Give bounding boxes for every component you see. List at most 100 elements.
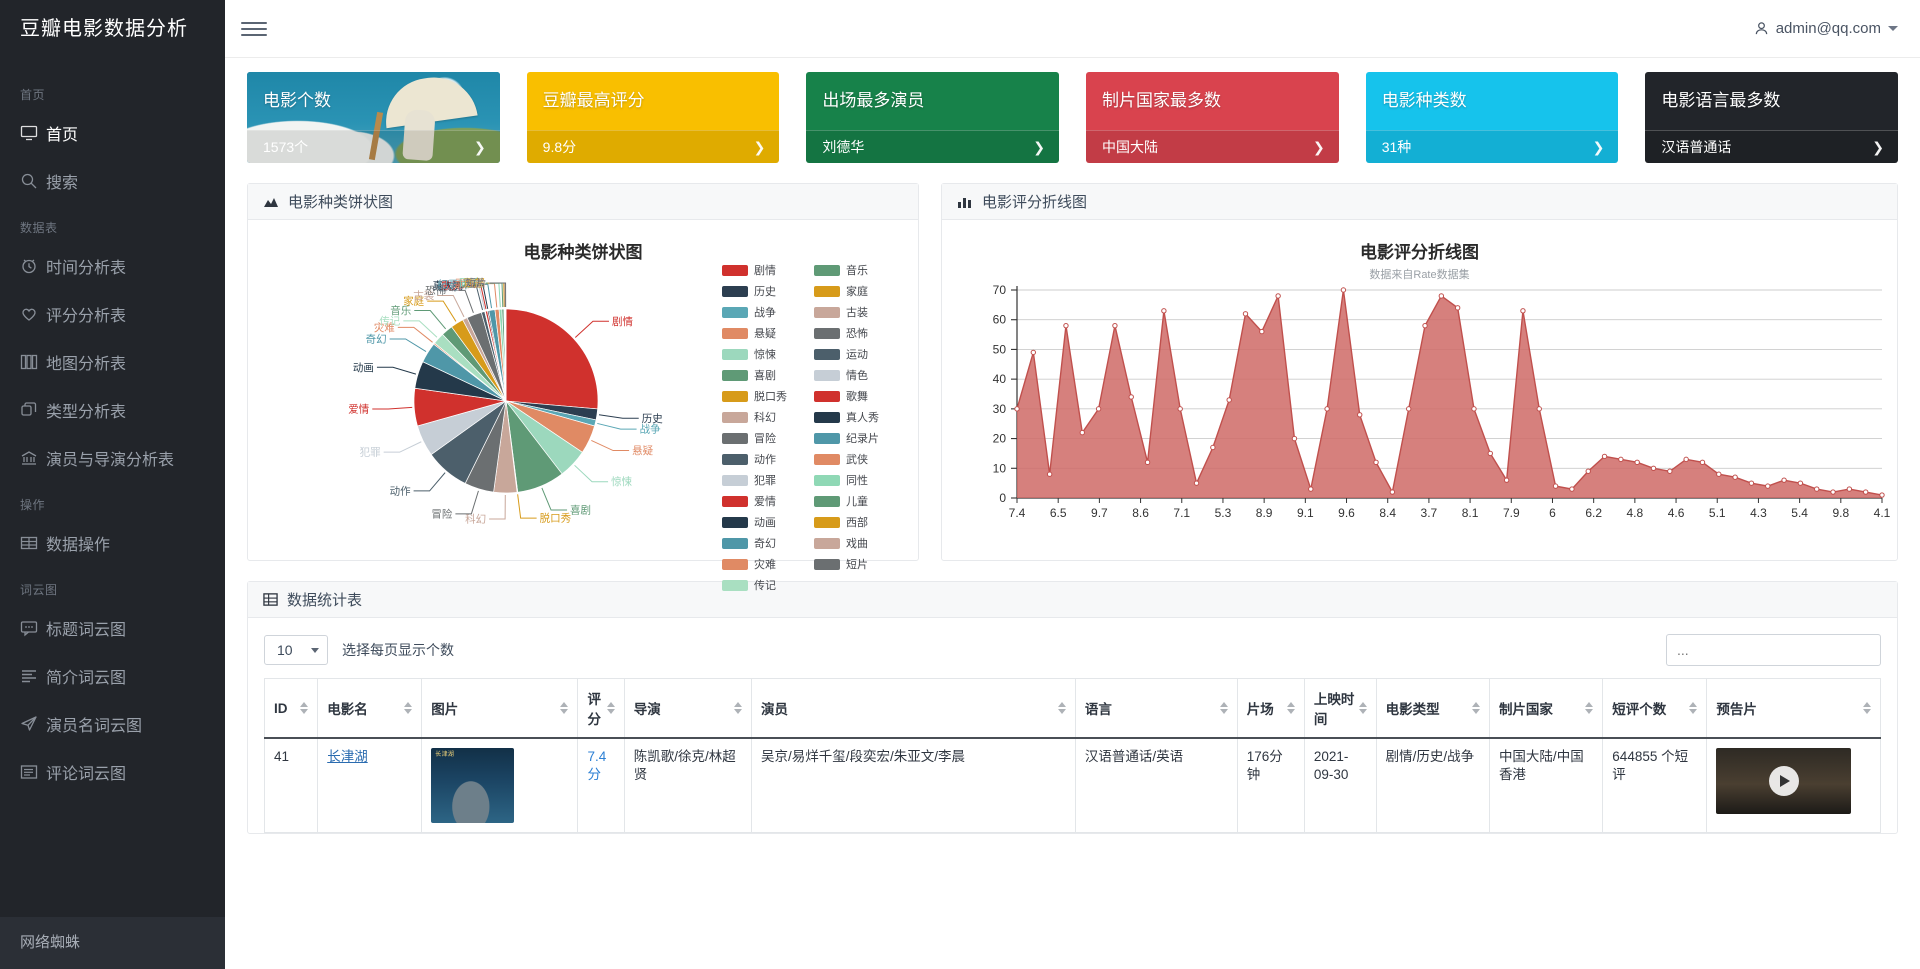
pie-legend-item[interactable]: 儿童 — [814, 493, 900, 509]
legend-label: 纪录片 — [846, 433, 879, 445]
legend-swatch — [814, 453, 840, 465]
pie-legend-item[interactable]: 古装 — [814, 304, 900, 320]
table-column-header[interactable]: 片场 — [1236, 678, 1305, 739]
pie-legend-item[interactable]: 真人秀 — [814, 409, 900, 425]
pie-legend-item[interactable]: 战争 — [722, 304, 808, 320]
pie-legend-item[interactable]: 歌舞 — [814, 388, 900, 404]
pie-legend-item[interactable]: 历史 — [722, 283, 808, 299]
cell-movie-name[interactable]: 长津湖 — [317, 737, 423, 833]
pie-legend-item[interactable]: 灾难 — [722, 556, 808, 572]
table-column-header[interactable]: 导演 — [623, 678, 752, 739]
movie-name-link[interactable]: 长津湖 — [327, 749, 368, 764]
table-column-header[interactable]: 电影类型 — [1375, 678, 1490, 739]
sort-arrows-icon[interactable] — [560, 702, 569, 714]
legend-label: 古装 — [846, 307, 868, 319]
legend-label: 家庭 — [846, 286, 868, 298]
table-column-header[interactable]: 电影名 — [317, 678, 423, 739]
pie-legend-item[interactable]: 短片 — [814, 556, 900, 572]
stat-card-5[interactable]: 电影语言最多数 汉语普通话 ❯ — [1645, 72, 1899, 163]
sort-arrows-icon[interactable] — [1358, 702, 1367, 714]
sort-arrows-icon[interactable] — [1057, 702, 1066, 714]
account-menu[interactable]: admin@qq.com — [1754, 20, 1898, 37]
pie-legend-item[interactable]: 脱口秀 — [722, 388, 808, 404]
pie-legend-item[interactable]: 戏曲 — [814, 535, 900, 551]
sort-arrows-icon[interactable] — [300, 702, 309, 714]
table-column-header[interactable]: 语言 — [1074, 678, 1238, 739]
pie-legend-item[interactable]: 武侠 — [814, 451, 900, 467]
sort-arrows-icon[interactable] — [606, 702, 615, 714]
sidebar-section-title: 数据表 — [20, 221, 58, 235]
pie-legend-item[interactable]: 冒险 — [722, 430, 808, 446]
pie-legend-item[interactable]: 音乐 — [814, 262, 900, 278]
table-search-input[interactable] — [1666, 634, 1881, 666]
sidebar-item-3-1[interactable]: 类型分析表 — [0, 386, 225, 434]
table-column-header[interactable]: 上映时间 — [1303, 678, 1377, 739]
pie-legend-item[interactable]: 科幻 — [722, 409, 808, 425]
x-axis-tick-label: 6.2 — [1585, 506, 1602, 520]
sidebar-item-1-1[interactable]: 评分分析表 — [0, 290, 225, 338]
play-button-icon[interactable] — [1768, 766, 1799, 796]
stat-card-1[interactable]: 豆瓣最高评分 9.8分 ❯ — [526, 72, 780, 163]
pie-legend-item[interactable]: 爱情 — [722, 493, 808, 509]
stat-card-footer[interactable]: 9.8分 ❯ — [526, 130, 780, 163]
stat-card-footer[interactable]: 31种 ❯ — [1365, 130, 1619, 163]
data-point — [1520, 308, 1526, 314]
sort-arrows-icon[interactable] — [1471, 702, 1480, 714]
pie-slice-label: 奇幻 — [366, 332, 387, 345]
table-column-header[interactable]: 预告片 — [1706, 678, 1881, 739]
sidebar-item-1-3[interactable]: 简介词云图 — [0, 652, 225, 700]
pie-legend-item[interactable]: 恐怖 — [814, 325, 900, 341]
sort-arrows-icon[interactable] — [1585, 702, 1594, 714]
pie-legend-item[interactable]: 西部 — [814, 514, 900, 530]
pie-legend-item[interactable]: 传记 — [722, 577, 808, 593]
sidebar-item-4-1[interactable]: 演员与导演分析表 — [0, 434, 225, 482]
stat-card-footer[interactable]: 1573个 ❯ — [247, 130, 500, 163]
pie-legend-item[interactable]: 纪录片 — [814, 430, 900, 446]
pie-legend-item[interactable]: 情色 — [814, 367, 900, 383]
sort-arrows-icon[interactable] — [1286, 702, 1295, 714]
per-page-select[interactable]: 102550100 — [264, 635, 328, 665]
sidebar-item-2-3[interactable]: 演员名词云图 — [0, 700, 225, 748]
pie-legend-item[interactable]: 动作 — [722, 451, 808, 467]
sort-arrows-icon[interactable] — [1689, 702, 1698, 714]
pie-legend-item[interactable]: 剧情 — [722, 262, 808, 278]
table-column-header[interactable]: ID — [263, 678, 319, 739]
table-column-header[interactable]: 演员 — [750, 678, 1076, 739]
stat-card-footer[interactable]: 汉语普通话 ❯ — [1645, 130, 1899, 163]
sidebar-item-2-1[interactable]: 地图分析表 — [0, 338, 225, 386]
cell-score: 7.4分 — [577, 737, 625, 833]
sort-arrows-icon[interactable] — [404, 702, 413, 714]
pie-legend-item[interactable]: 喜剧 — [722, 367, 808, 383]
stat-card-0[interactable]: 电影个数 1573个 ❯ — [247, 72, 500, 163]
stat-card-4[interactable]: 电影种类数 31种 ❯ — [1365, 72, 1619, 163]
pie-legend-item[interactable]: 犯罪 — [722, 472, 808, 488]
table-column-header[interactable]: 评分 — [577, 678, 625, 739]
sidebar-item-0-1[interactable]: 时间分析表 — [0, 242, 225, 290]
pie-legend-item[interactable]: 悬疑 — [722, 325, 808, 341]
table-column-header[interactable]: 图片 — [421, 678, 579, 739]
sidebar-item-0-3[interactable]: 标题词云图 — [0, 604, 225, 652]
pie-legend-item[interactable]: 惊悚 — [722, 346, 808, 362]
sidebar-item-0-2[interactable]: 数据操作 — [0, 519, 225, 567]
pie-legend-item[interactable]: 运动 — [814, 346, 900, 362]
pie-legend-item[interactable]: 同性 — [814, 472, 900, 488]
trailer-video[interactable] — [1716, 748, 1852, 814]
stat-card-footer[interactable]: 刘德华 ❯ — [806, 130, 1060, 163]
sidebar-item-3-3[interactable]: 评论词云图 — [0, 748, 225, 796]
stat-card-2[interactable]: 出场最多演员 刘德华 ❯ — [806, 72, 1060, 163]
sidebar-item-0-0[interactable]: 首页 — [0, 109, 225, 157]
pie-legend-item[interactable]: 动画 — [722, 514, 808, 530]
pie-legend-item[interactable]: 奇幻 — [722, 535, 808, 551]
sort-arrows-icon[interactable] — [733, 702, 742, 714]
sort-arrows-icon[interactable] — [1863, 702, 1871, 714]
movie-poster-image[interactable]: 长津湖 — [431, 748, 515, 823]
sort-arrows-icon[interactable] — [1219, 702, 1228, 714]
sidebar-item-1-0[interactable]: 搜索 — [0, 157, 225, 205]
pie-legend-item[interactable]: 家庭 — [814, 283, 900, 299]
table-column-header[interactable]: 短评个数 — [1602, 678, 1708, 739]
sidebar-footer-spider[interactable]: 网络蜘蛛 — [0, 917, 225, 969]
stat-card-3[interactable]: 制片国家最多数 中国大陆 ❯ — [1086, 72, 1339, 163]
menu-toggle-icon[interactable] — [241, 16, 267, 42]
table-column-header[interactable]: 制片国家 — [1488, 678, 1604, 739]
stat-card-footer[interactable]: 中国大陆 ❯ — [1086, 130, 1339, 163]
